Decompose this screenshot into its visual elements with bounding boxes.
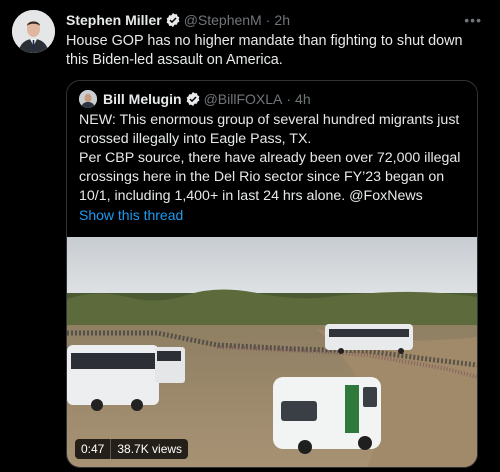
quoted-timestamp[interactable]: 4h [295, 91, 311, 107]
quoted-header: Bill Melugin @BillFOXLA · 4h [79, 89, 311, 109]
video-player[interactable]: 0:47 38.7K views [67, 237, 477, 467]
tweet-text: House GOP has no higher mandate than fig… [66, 33, 463, 68]
quoted-text-body: NEW: This enormous group of several hund… [79, 112, 461, 204]
video-views: 38.7K views [110, 439, 189, 459]
quoted-avatar[interactable] [79, 90, 97, 108]
tweet-header: Stephen Miller @StephenM · 2h [66, 10, 488, 30]
show-thread-link[interactable]: Show this thread [79, 207, 183, 223]
quoted-tweet[interactable]: Bill Melugin @BillFOXLA · 4h NEW: This e… [66, 80, 478, 468]
video-duration: 0:47 [75, 439, 111, 459]
quoted-author-name[interactable]: Bill Melugin [103, 91, 182, 107]
video-thumbnail [67, 237, 477, 467]
quoted-text: NEW: This enormous group of several hund… [79, 111, 471, 206]
avatar-photo [12, 10, 55, 53]
timestamp[interactable]: 2h [274, 12, 290, 28]
author-handle[interactable]: @StephenM [184, 12, 262, 28]
verified-badge-icon [185, 91, 201, 107]
separator-dot: · [265, 12, 271, 28]
author-name[interactable]: Stephen Miller [66, 12, 162, 28]
video-stats-badge: 0:47 38.7K views [75, 439, 189, 459]
more-options-icon[interactable]: ••• [464, 12, 482, 28]
quoted-author-handle[interactable]: @BillFOXLA [204, 91, 283, 107]
separator-dot: · [286, 91, 292, 107]
verified-badge-icon [165, 12, 181, 28]
avatar[interactable] [12, 10, 55, 53]
